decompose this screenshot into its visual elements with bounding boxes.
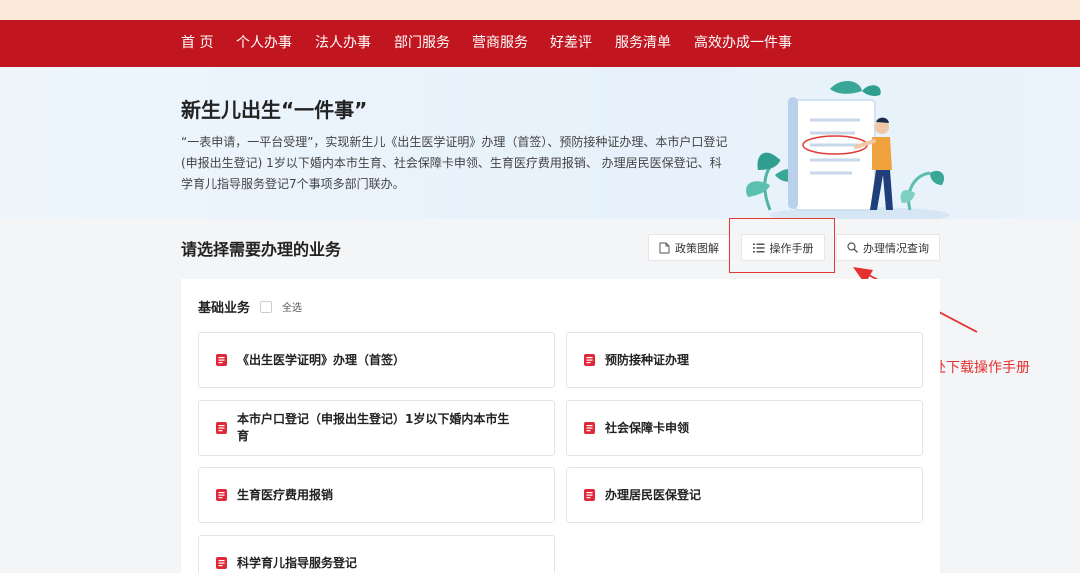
document-icon bbox=[659, 242, 670, 253]
service-item-label: 科学育儿指导服务登记 bbox=[237, 555, 358, 570]
service-item[interactable]: 生育医疗费用报销 bbox=[198, 467, 555, 523]
service-item-label: 《出生医学证明》办理（首签） bbox=[237, 352, 406, 367]
search-icon bbox=[847, 242, 858, 253]
service-item[interactable]: 科学育儿指导服务登记 bbox=[198, 535, 555, 573]
nav-personal[interactable]: 个人办事 bbox=[236, 20, 292, 67]
service-item-label: 本市户口登记（申报出生登记）1岁以下婚内本市生育 bbox=[237, 412, 510, 443]
red-document-icon bbox=[216, 489, 227, 501]
nav-service-list[interactable]: 服务清单 bbox=[615, 20, 671, 67]
hero-banner: 新生儿出生“一件事” “一表申请，一平台受理”，实现新生儿《出生医学证明》办理（… bbox=[0, 67, 1080, 219]
nav-home[interactable]: 首 页 bbox=[181, 20, 213, 67]
business-panel: 基础业务 全选 《出生医学证明》办理（首签） 预防接种证办理 本市户口登记（申报… bbox=[181, 279, 940, 573]
hero-description: “一表申请，一平台受理”，实现新生儿《出生医学证明》办理（首签）、预防接种证办理… bbox=[181, 135, 728, 191]
top-strip bbox=[0, 0, 1080, 20]
nav-legal-person[interactable]: 法人办事 bbox=[315, 20, 371, 67]
select-all-checkbox[interactable] bbox=[260, 300, 273, 313]
service-item[interactable]: 本市户口登记（申报出生登记）1岁以下婚内本市生育 bbox=[198, 400, 555, 456]
service-item-label: 办理居民医保登记 bbox=[605, 487, 702, 502]
service-item-label: 生育医疗费用报销 bbox=[237, 487, 334, 502]
service-item[interactable]: 预防接种证办理 bbox=[566, 332, 923, 388]
nav-one-thing[interactable]: 高效办成一件事 bbox=[694, 20, 792, 67]
nav-business[interactable]: 营商服务 bbox=[472, 20, 528, 67]
red-document-icon bbox=[584, 489, 595, 501]
service-item[interactable]: 办理居民医保登记 bbox=[566, 467, 923, 523]
red-document-icon bbox=[216, 354, 227, 366]
nav-department[interactable]: 部门服务 bbox=[394, 20, 450, 67]
policy-button[interactable]: 政策图解 bbox=[648, 234, 730, 261]
hero-illustration bbox=[746, 80, 950, 219]
red-document-icon bbox=[216, 557, 227, 569]
service-item-label: 社会保障卡申领 bbox=[605, 420, 690, 435]
section-title: 请选择需要办理的业务 bbox=[181, 240, 342, 259]
red-document-icon bbox=[216, 422, 227, 434]
service-item-label: 预防接种证办理 bbox=[605, 352, 690, 367]
red-document-icon bbox=[584, 354, 595, 366]
page-title: 新生儿出生“一件事” bbox=[181, 98, 368, 122]
progress-query-button[interactable]: 办理情况查询 bbox=[836, 234, 940, 261]
nav-rating[interactable]: 好差评 bbox=[550, 20, 592, 67]
service-item[interactable]: 社会保障卡申领 bbox=[566, 400, 923, 456]
panel-header: 基础业务 全选 bbox=[198, 297, 302, 316]
select-all-label[interactable]: 全选 bbox=[282, 299, 302, 314]
red-document-icon bbox=[584, 422, 595, 434]
panel-title: 基础业务 bbox=[198, 301, 251, 316]
service-item[interactable]: 《出生医学证明》办理（首签） bbox=[198, 332, 555, 388]
main-nav: 首 页 个人办事 法人办事 部门服务 营商服务 好差评 服务清单 高效办成一件事 bbox=[0, 20, 1080, 67]
manual-highlight-box bbox=[729, 218, 835, 273]
policy-button-label: 政策图解 bbox=[675, 241, 719, 255]
progress-query-button-label: 办理情况查询 bbox=[863, 241, 929, 255]
